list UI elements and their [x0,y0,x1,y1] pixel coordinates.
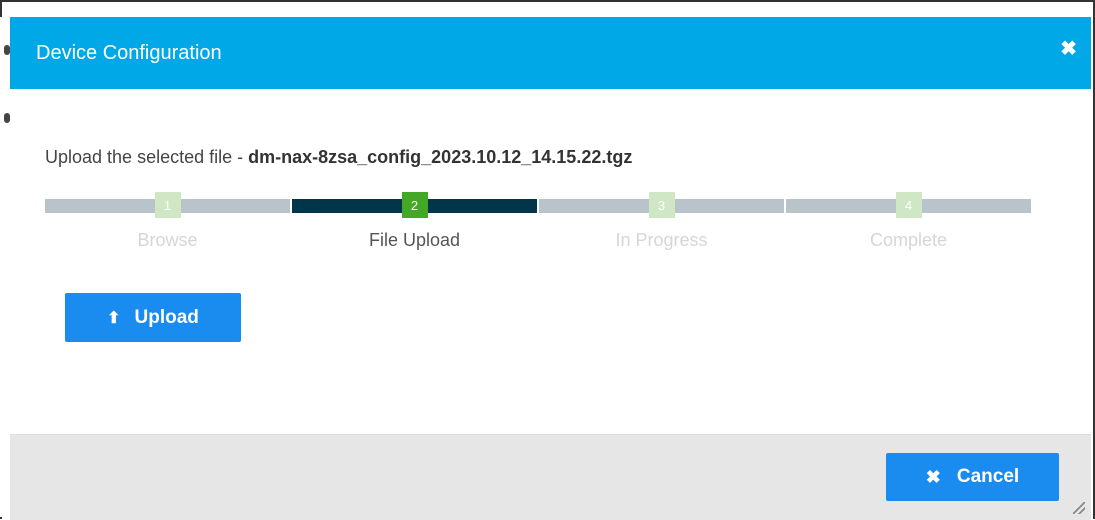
step-number: 4 [895,192,922,218]
wizard-step-file-upload: 2 File Upload [292,192,537,262]
dialog-body: Upload the selected file - dm-nax-8zsa_c… [10,89,1091,434]
dialog-title: Device Configuration [36,42,222,64]
upload-wizard: 1 Browse 2 File Upload 3 In Progress 4 C… [45,192,1033,262]
wizard-step-in-progress: 3 In Progress [539,192,784,262]
selected-filename: dm-nax-8zsa_config_2023.10.12_14.15.22.t… [248,147,633,167]
close-icon[interactable]: ✖ [1060,39,1077,59]
upload-button[interactable]: ⬆ Upload [65,293,241,342]
instruction-prefix: Upload the selected file - [45,147,249,167]
upload-icon: ⬆ [107,309,121,327]
wizard-step-browse: 1 Browse [45,192,290,262]
step-number: 1 [154,192,181,218]
wizard-step-complete: 4 Complete [786,192,1031,262]
upload-button-label: Upload [134,306,199,328]
close-icon: ✖ [925,466,941,487]
step-number: 2 [401,192,428,218]
step-number: 3 [648,192,675,218]
step-label: File Upload [368,230,461,250]
cancel-button[interactable]: ✖ Cancel [886,453,1059,501]
cancel-button-label: Cancel [956,466,1020,487]
dialog-left-edge [0,17,10,517]
step-label: Complete [869,230,948,250]
step-label: Browse [137,230,198,250]
upload-instruction: Upload the selected file - dm-nax-8zsa_c… [45,147,632,168]
step-label: In Progress [615,230,708,250]
dialog-header: Device Configuration ✖ [10,17,1091,89]
dialog-footer: ✖ Cancel [10,434,1091,520]
resize-handle-icon[interactable] [1073,502,1085,514]
